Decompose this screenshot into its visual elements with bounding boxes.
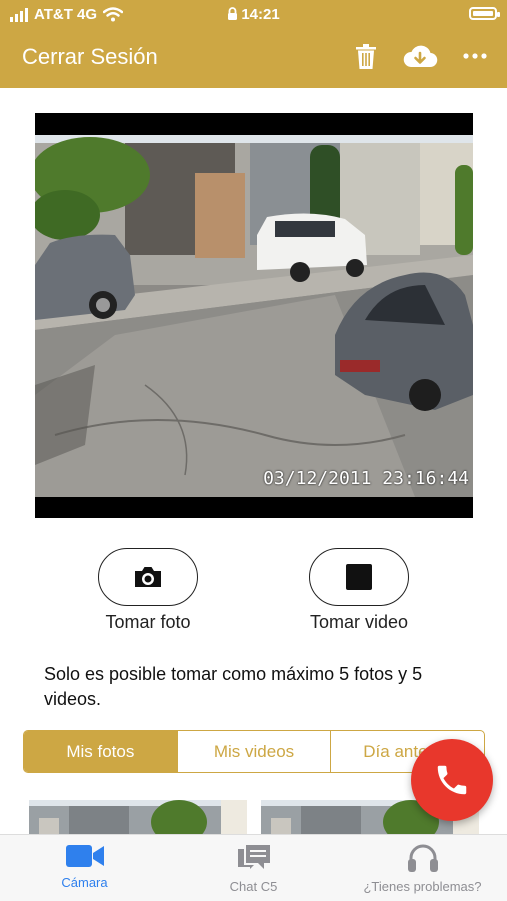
app-header: AT&T 4G 14:21 Cerrar Sesión bbox=[0, 0, 507, 88]
take-video-button[interactable] bbox=[309, 548, 409, 606]
status-bar: AT&T 4G 14:21 bbox=[0, 0, 507, 30]
cloud-download-icon[interactable] bbox=[402, 45, 438, 69]
stop-icon bbox=[346, 564, 372, 590]
limit-notice: Solo es posible tomar como máximo 5 foto… bbox=[44, 664, 423, 709]
lock-icon bbox=[228, 7, 238, 20]
take-photo-button[interactable] bbox=[98, 548, 198, 606]
tabbar-label-help: ¿Tienes problemas? bbox=[363, 879, 482, 894]
take-video-label: Tomar video bbox=[309, 612, 409, 632]
camera-icon bbox=[135, 567, 161, 587]
battery-icon bbox=[469, 7, 500, 20]
tab-my-photos[interactable]: Mis fotos bbox=[24, 731, 178, 772]
tab-my-videos[interactable]: Mis videos bbox=[178, 731, 332, 772]
chat-icon bbox=[237, 845, 270, 869]
clock-time: 14:21 bbox=[241, 6, 280, 23]
camera-feed: 03/12/2011 23:16:44 bbox=[35, 113, 473, 518]
bottom-tab-bar: Cámara Chat C5 ¿Tienes problemas? bbox=[0, 834, 507, 901]
tabbar-item-help[interactable]: ¿Tienes problemas? bbox=[338, 835, 507, 901]
clock: 14:21 bbox=[0, 6, 507, 23]
headset-icon bbox=[407, 844, 438, 872]
phone-icon bbox=[437, 765, 467, 795]
more-icon[interactable] bbox=[463, 53, 487, 59]
tabbar-item-camera[interactable]: Cámara bbox=[0, 835, 169, 901]
video-timestamp: 03/12/2011 23:16:44 bbox=[263, 468, 469, 489]
logout-button[interactable]: Cerrar Sesión bbox=[22, 44, 158, 70]
camera-feed-image: 03/12/2011 23:16:44 bbox=[35, 135, 473, 497]
emergency-call-button[interactable] bbox=[411, 739, 493, 821]
video-camera-icon bbox=[65, 845, 104, 867]
take-photo-label: Tomar foto bbox=[105, 612, 191, 632]
tabbar-label-camera: Cámara bbox=[61, 875, 108, 890]
tabbar-item-chat[interactable]: Chat C5 bbox=[169, 835, 338, 901]
trash-icon[interactable] bbox=[355, 44, 377, 70]
tabbar-label-chat: Chat C5 bbox=[229, 879, 278, 894]
